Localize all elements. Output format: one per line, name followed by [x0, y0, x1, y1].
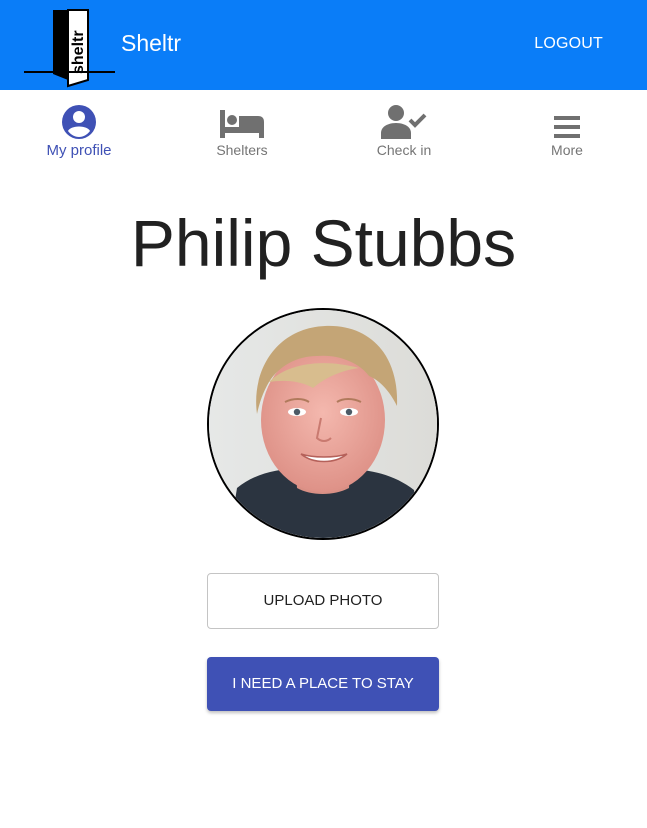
profile-photo: [207, 308, 439, 540]
nav-item-label: Check in: [376, 142, 432, 158]
bed-icon: [220, 110, 264, 138]
nav-item-my-profile[interactable]: My profile: [19, 102, 139, 159]
app-bar: sheltr Sheltr LOGOUT: [0, 0, 647, 90]
app-title: Sheltr: [121, 30, 182, 56]
menu-icon: [554, 116, 580, 138]
upload-photo-button[interactable]: UPLOAD PHOTO: [207, 573, 439, 629]
nav-item-more[interactable]: More: [507, 102, 627, 158]
account-circle-icon: [62, 105, 96, 139]
logout-button[interactable]: LOGOUT: [534, 35, 603, 53]
nav-item-check-in[interactable]: Check in: [344, 102, 464, 158]
person-check-icon: [381, 105, 427, 139]
bottom-navigation: My profile Shelters Check in More: [0, 90, 647, 170]
nav-item-label: Shelters: [216, 142, 268, 158]
profile-name: Philip Stubbs: [130, 206, 517, 280]
nav-item-label: My profile: [46, 142, 112, 159]
nav-item-shelters[interactable]: Shelters: [182, 102, 302, 158]
need-place-to-stay-button[interactable]: I NEED A PLACE TO STAY: [207, 657, 439, 711]
nav-item-label: More: [551, 142, 583, 158]
sheltr-logo[interactable]: sheltr: [24, 8, 116, 88]
svg-text:sheltr: sheltr: [70, 30, 87, 74]
